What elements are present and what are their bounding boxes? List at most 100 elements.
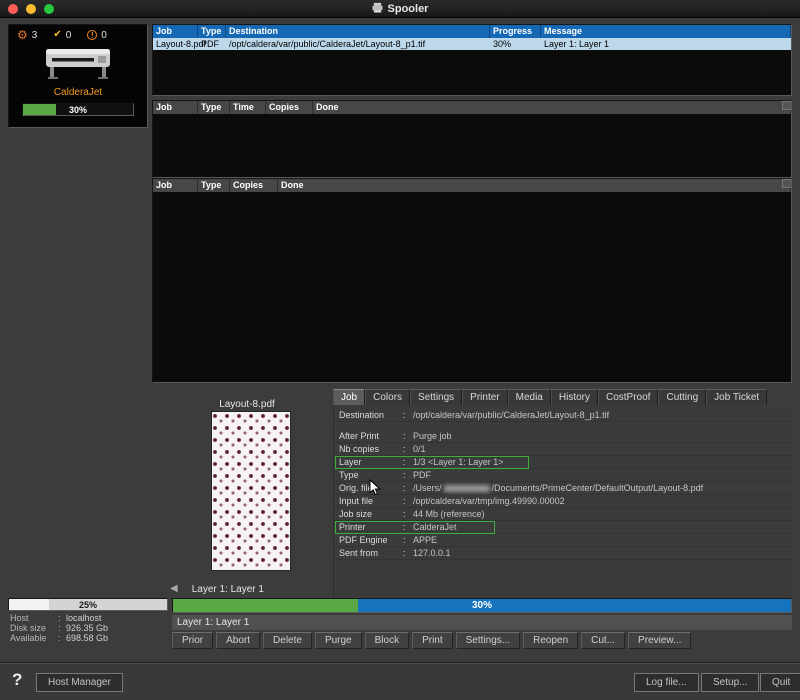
- close-window-button[interactable]: [8, 4, 18, 14]
- minimize-window-button[interactable]: [26, 4, 36, 14]
- info-value: 127.0.0.1: [413, 547, 451, 559]
- info-label: Printer: [339, 521, 403, 533]
- col-header-copies: Copies: [230, 179, 278, 192]
- printer-counters: ⚙ 3 ✔ 0 ! 0: [9, 25, 147, 41]
- info-label: PDF Engine: [339, 534, 403, 546]
- tab-media[interactable]: Media: [508, 389, 551, 405]
- job-info-panel: Destination : /opt/caldera/var/public/Ca…: [333, 405, 792, 598]
- spooler-app-icon: [372, 0, 383, 18]
- print-button[interactable]: Print: [412, 632, 453, 649]
- alert-icon: !: [87, 30, 97, 40]
- waiting-jobs-table-body: [153, 114, 791, 177]
- ok-jobs-count: 0: [66, 30, 72, 41]
- tab-job-ticket[interactable]: Job Ticket: [706, 389, 767, 405]
- alert-jobs-count: 0: [101, 30, 107, 41]
- info-label: Layer: [339, 456, 403, 468]
- titlebar: Spooler: [0, 0, 800, 18]
- tab-settings[interactable]: Settings: [410, 389, 462, 405]
- tab-history[interactable]: History: [551, 389, 598, 405]
- separator: :: [58, 633, 66, 643]
- waiting-jobs-header: Job Type Time Copies Done: [153, 101, 791, 114]
- tab-job[interactable]: Job: [333, 389, 365, 405]
- column-config-button[interactable]: [782, 179, 791, 188]
- quit-button[interactable]: Quit: [760, 673, 800, 692]
- printer-name: CalderaJet: [9, 87, 147, 98]
- separator: :: [403, 482, 413, 494]
- preview-filename: Layout-8.pdf: [152, 399, 342, 410]
- info-label: Sent from: [339, 547, 403, 559]
- col-header-copies: Copies: [266, 101, 313, 114]
- active-job-row[interactable]: Layout-8.pdf PDF /opt/caldera/var/public…: [153, 38, 791, 50]
- info-value: /Users//Documents/PrimeCenter/DefaultOut…: [413, 482, 703, 494]
- info-row-type: Type : PDF: [334, 469, 792, 482]
- separator: :: [403, 508, 413, 520]
- printer-panel[interactable]: ⚙ 3 ✔ 0 ! 0: [8, 24, 148, 128]
- prior-button[interactable]: Prior: [172, 632, 213, 649]
- col-header-type: Type: [198, 179, 230, 192]
- col-header-done: Done: [313, 101, 791, 114]
- column-config-button[interactable]: [782, 101, 791, 110]
- settings-button[interactable]: Settings...: [456, 632, 520, 649]
- col-header-job: Job: [153, 179, 198, 192]
- purge-button[interactable]: Purge: [315, 632, 362, 649]
- info-label: Nb copies: [339, 443, 403, 455]
- alert-jobs-counter[interactable]: ! 0: [87, 30, 107, 41]
- active-jobs-header: Job Type Destination Progress Message: [153, 25, 791, 38]
- abort-button[interactable]: Abort: [216, 632, 260, 649]
- status-value: localhost: [66, 613, 102, 623]
- info-label: After Print: [339, 430, 403, 442]
- tab-cutting[interactable]: Cutting: [658, 389, 706, 405]
- col-header-message: Message: [541, 25, 791, 38]
- job-action-buttons: Prior Abort Delete Purge Block Print Set…: [172, 632, 691, 649]
- layer-navigation: ◀ Layer 1: Layer 1 ▶: [170, 582, 348, 596]
- separator: :: [58, 623, 66, 633]
- prev-layer-button[interactable]: ◀: [170, 582, 178, 596]
- col-header-job: Job: [153, 101, 198, 114]
- job-progress-label: 30%: [173, 600, 791, 611]
- host-manager-button[interactable]: Host Manager: [36, 673, 123, 692]
- info-label: Input file: [339, 495, 403, 507]
- col-header-type: Type: [198, 25, 226, 38]
- col-header-job: Job: [153, 25, 198, 38]
- done-jobs-header: Job Type Copies Done: [153, 179, 791, 192]
- printer-progress-bar: 30%: [22, 103, 134, 116]
- status-value: 926.35 Gb: [66, 623, 108, 633]
- info-value: PDF: [413, 469, 431, 481]
- status-row-host: Host : localhost: [10, 613, 108, 623]
- app-area: ⚙ 3 ✔ 0 ! 0: [0, 18, 800, 700]
- status-row-disk-size: Disk size : 926.35 Gb: [10, 623, 108, 633]
- log-file-button[interactable]: Log file...: [634, 673, 699, 692]
- info-value: Purge job: [413, 430, 452, 442]
- preview-button[interactable]: Preview...: [628, 632, 691, 649]
- spooler-window: Spooler ⚙ 3 ✔ 0 ! 0: [0, 0, 800, 700]
- block-button[interactable]: Block: [365, 632, 409, 649]
- help-button[interactable]: ?: [12, 670, 22, 690]
- info-value: APPE: [413, 534, 437, 546]
- preview-thumbnail[interactable]: [212, 412, 290, 570]
- job-type-cell: PDF: [198, 38, 226, 50]
- info-value: 1/3 <Layer 1: Layer 1>: [413, 456, 504, 468]
- info-row-input-file: Input file : /opt/caldera/var/tmp/img.49…: [334, 495, 792, 508]
- job-destination-cell: /opt/caldera/var/public/CalderaJet/Layou…: [226, 38, 490, 50]
- info-label: Destination: [339, 409, 403, 421]
- cut-button[interactable]: Cut...: [581, 632, 625, 649]
- redacted-username: [444, 485, 490, 492]
- window-title: Spooler: [388, 3, 429, 15]
- col-header-time: Time: [230, 101, 266, 114]
- zoom-window-button[interactable]: [44, 4, 54, 14]
- delete-button[interactable]: Delete: [263, 632, 312, 649]
- info-value: /opt/caldera/var/public/CalderaJet/Layou…: [413, 409, 609, 421]
- job-progress-bar: 30%: [172, 598, 792, 613]
- tab-printer[interactable]: Printer: [462, 389, 507, 405]
- reopen-button[interactable]: Reopen: [523, 632, 578, 649]
- info-value: 0/1: [413, 443, 426, 455]
- info-row-job-size: Job size : 44 Mb (reference): [334, 508, 792, 521]
- separator: :: [403, 534, 413, 546]
- active-jobs-counter[interactable]: ⚙ 3: [17, 29, 37, 41]
- info-row-sent-from: Sent from : 127.0.0.1: [334, 547, 792, 560]
- setup-button[interactable]: Setup...: [701, 673, 759, 692]
- separator: :: [403, 409, 413, 421]
- tab-colors[interactable]: Colors: [365, 389, 410, 405]
- ok-jobs-counter[interactable]: ✔ 0: [53, 29, 71, 41]
- tab-costproof[interactable]: CostProof: [598, 389, 658, 405]
